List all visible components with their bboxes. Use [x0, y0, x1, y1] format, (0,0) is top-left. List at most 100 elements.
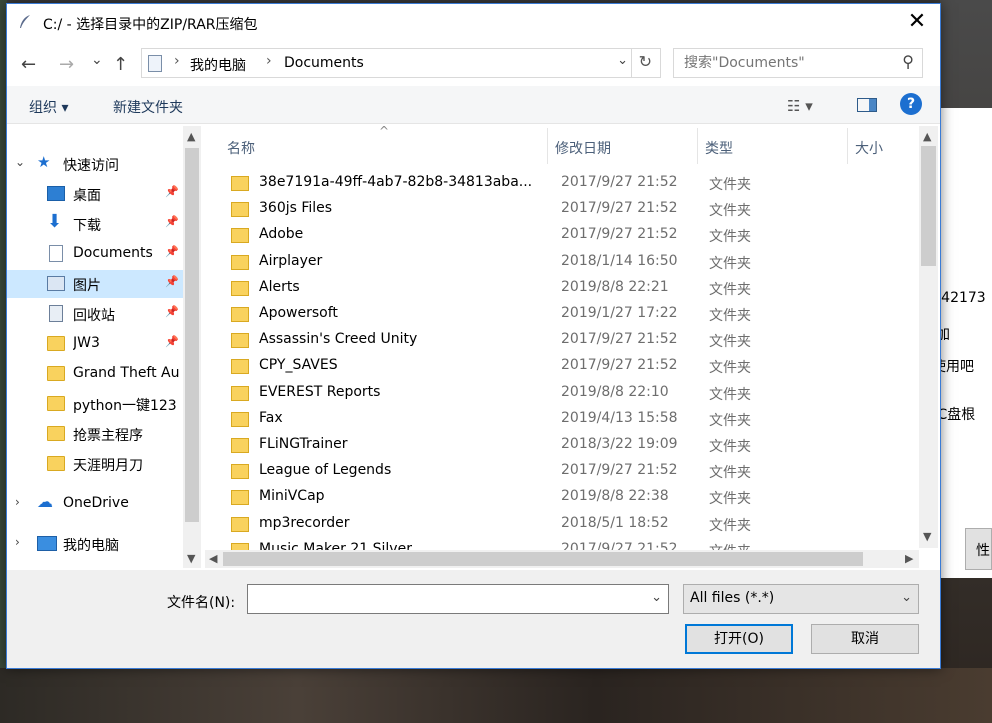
sidebar-scrollbar[interactable]: ▲ ▼	[183, 126, 201, 568]
scroll-right-icon[interactable]: ▶	[905, 552, 913, 565]
table-row[interactable]: Apowersoft 2019/1/27 17:22 文件夹	[227, 301, 917, 327]
desktop-background-bottom	[0, 668, 992, 723]
file-date: 2017/9/27 21:52	[561, 226, 678, 243]
file-name: Fax	[259, 409, 283, 426]
scroll-down-icon[interactable]: ▼	[923, 530, 931, 543]
table-row[interactable]: Airplayer 2018/1/14 16:50 文件夹	[227, 249, 917, 275]
column-name[interactable]: 名称	[227, 138, 255, 158]
file-name: Airplayer	[259, 252, 323, 269]
search-box[interactable]: ⚲	[673, 48, 923, 78]
pin-icon: 📌	[165, 335, 179, 348]
scroll-left-icon[interactable]: ◀	[209, 552, 217, 565]
sidebar-item-desktop[interactable]: 桌面 📌	[7, 180, 183, 208]
breadcrumb-documents[interactable]: Documents	[284, 55, 364, 71]
file-name: EVEREST Reports	[259, 383, 381, 400]
sidebar-item-jw3[interactable]: JW3 📌	[7, 330, 183, 358]
view-options-icon[interactable]: ☷ ▾	[787, 97, 813, 115]
table-row[interactable]: Alerts 2019/8/8 22:21 文件夹	[227, 275, 917, 301]
chevron-right-icon[interactable]: ›	[15, 535, 20, 549]
sidebar-item-python[interactable]: python一键123	[7, 390, 183, 418]
sidebar-item-label: JW3	[73, 335, 100, 351]
scrollbar-thumb[interactable]	[223, 552, 863, 566]
table-row[interactable]: Adobe 2017/9/27 21:52 文件夹	[227, 222, 917, 248]
column-date[interactable]: 修改日期	[555, 138, 611, 158]
background-button[interactable]: 性	[965, 528, 992, 570]
command-toolbar: 组织 ▾ 新建文件夹 ☷ ▾ ?	[7, 86, 940, 124]
folder-icon	[231, 202, 249, 218]
sidebar-item-tianya[interactable]: 天涯明月刀	[7, 450, 183, 478]
horizontal-scrollbar[interactable]: ◀ ▶	[205, 550, 919, 568]
up-button[interactable]: ↑	[113, 54, 128, 75]
table-row[interactable]: 38e7191a-49ff-4ab7-82b8-34813aba... 2017/…	[227, 170, 917, 196]
file-type: 文件夹	[709, 177, 751, 193]
folder-icon	[231, 516, 249, 532]
sidebar-item-downloads[interactable]: ⬇ 下载 📌	[7, 210, 183, 238]
folder-icon	[231, 411, 249, 427]
divider	[547, 128, 548, 164]
sidebar-onedrive[interactable]: › ☁ OneDrive	[7, 490, 183, 518]
new-folder-button[interactable]: 新建文件夹	[113, 97, 183, 117]
title-bar: C:/ - 选择目录中的ZIP/RAR压缩包 ✕	[7, 4, 940, 42]
sidebar-quick-access[interactable]: ⌄ ★ 快速访问	[7, 150, 183, 178]
table-row[interactable]: Fax 2019/4/13 15:58 文件夹	[227, 406, 917, 432]
close-button[interactable]: ✕	[900, 8, 934, 38]
sidebar-item-label: 快速访问	[63, 158, 119, 174]
file-name: League of Legends	[259, 462, 392, 479]
chevron-down-icon[interactable]: ⌄	[617, 53, 628, 68]
help-button[interactable]: ?	[900, 93, 922, 115]
sidebar-item-documents[interactable]: Documents 📌	[7, 240, 183, 268]
organize-button[interactable]: 组织 ▾	[29, 97, 68, 117]
folder-icon	[231, 254, 249, 270]
chevron-down-icon[interactable]: ⌄	[901, 590, 912, 605]
table-row[interactable]: Assassin's Creed Unity 2017/9/27 21:52 文件夹	[227, 327, 917, 353]
column-type[interactable]: 类型	[705, 138, 733, 158]
open-button[interactable]: 打开(O)	[685, 624, 793, 654]
scroll-up-icon[interactable]: ▲	[923, 130, 931, 143]
chevron-down-icon[interactable]: ⌄	[15, 155, 25, 169]
table-row[interactable]: 360js Files 2017/9/27 21:52 文件夹	[227, 196, 917, 222]
recent-locations-button[interactable]: ⌄	[91, 52, 103, 68]
refresh-icon[interactable]: ↻	[639, 52, 652, 71]
address-bar[interactable]: › 我的电脑 › Documents ⌄ ↻	[141, 48, 661, 78]
breadcrumb-this-pc[interactable]: 我的电脑	[190, 55, 246, 75]
sidebar-item-gta[interactable]: Grand Theft Au	[7, 360, 183, 388]
preview-pane-icon[interactable]	[857, 98, 877, 112]
table-row[interactable]: FLiNGTrainer 2018/3/22 19:09 文件夹	[227, 432, 917, 458]
back-button[interactable]: ←	[21, 54, 36, 75]
file-date: 2017/9/27 21:52	[561, 462, 678, 479]
column-size[interactable]: 大小	[855, 138, 883, 158]
table-row[interactable]: MiniVCap 2019/8/8 22:38 文件夹	[227, 484, 917, 510]
filename-input[interactable]	[252, 586, 642, 612]
scroll-up-icon[interactable]: ▲	[187, 130, 195, 143]
sidebar-item-label: OneDrive	[63, 495, 129, 511]
file-list-scrollbar[interactable]: ▲ ▼	[919, 126, 938, 548]
sidebar-item-pictures[interactable]: 图片 📌	[7, 270, 183, 298]
recycle-bin-icon	[49, 305, 63, 322]
table-row[interactable]: mp3recorder 2018/5/1 18:52 文件夹	[227, 511, 917, 537]
sidebar-item-label: 桌面	[73, 188, 101, 204]
file-date: 2019/1/27 17:22	[561, 305, 678, 321]
cancel-button[interactable]: 取消	[811, 624, 919, 654]
file-date: 2018/3/22 19:09	[561, 436, 678, 452]
table-row[interactable]: League of Legends 2017/9/27 21:52 文件夹	[227, 458, 917, 484]
cloud-icon: ☁	[37, 492, 53, 511]
search-icon[interactable]: ⚲	[902, 52, 914, 71]
filename-combobox[interactable]: ⌄	[247, 584, 669, 614]
file-type-select[interactable]: All files (*.*) ⌄	[683, 584, 919, 614]
table-row[interactable]: EVEREST Reports 2019/8/8 22:10 文件夹	[227, 380, 917, 406]
chevron-down-icon[interactable]: ⌄	[651, 590, 662, 605]
scroll-down-icon[interactable]: ▼	[187, 552, 195, 565]
file-type: 文件夹	[709, 439, 751, 455]
sidebar-item-label: 下载	[73, 218, 101, 234]
scrollbar-thumb[interactable]	[185, 148, 199, 522]
scrollbar-thumb[interactable]	[921, 146, 936, 266]
chevron-right-icon[interactable]: ›	[15, 495, 20, 509]
sidebar-item-ticket[interactable]: 抢票主程序	[7, 420, 183, 448]
forward-button[interactable]: →	[59, 54, 74, 75]
search-input[interactable]	[684, 50, 894, 76]
pin-icon: 📌	[165, 275, 179, 288]
table-row[interactable]: CPY_SAVES 2017/9/27 21:52 文件夹	[227, 353, 917, 379]
sidebar-this-pc[interactable]: › 我的电脑	[7, 530, 183, 558]
sidebar-item-recycle-bin[interactable]: 回收站 📌	[7, 300, 183, 328]
computer-icon	[37, 536, 57, 551]
